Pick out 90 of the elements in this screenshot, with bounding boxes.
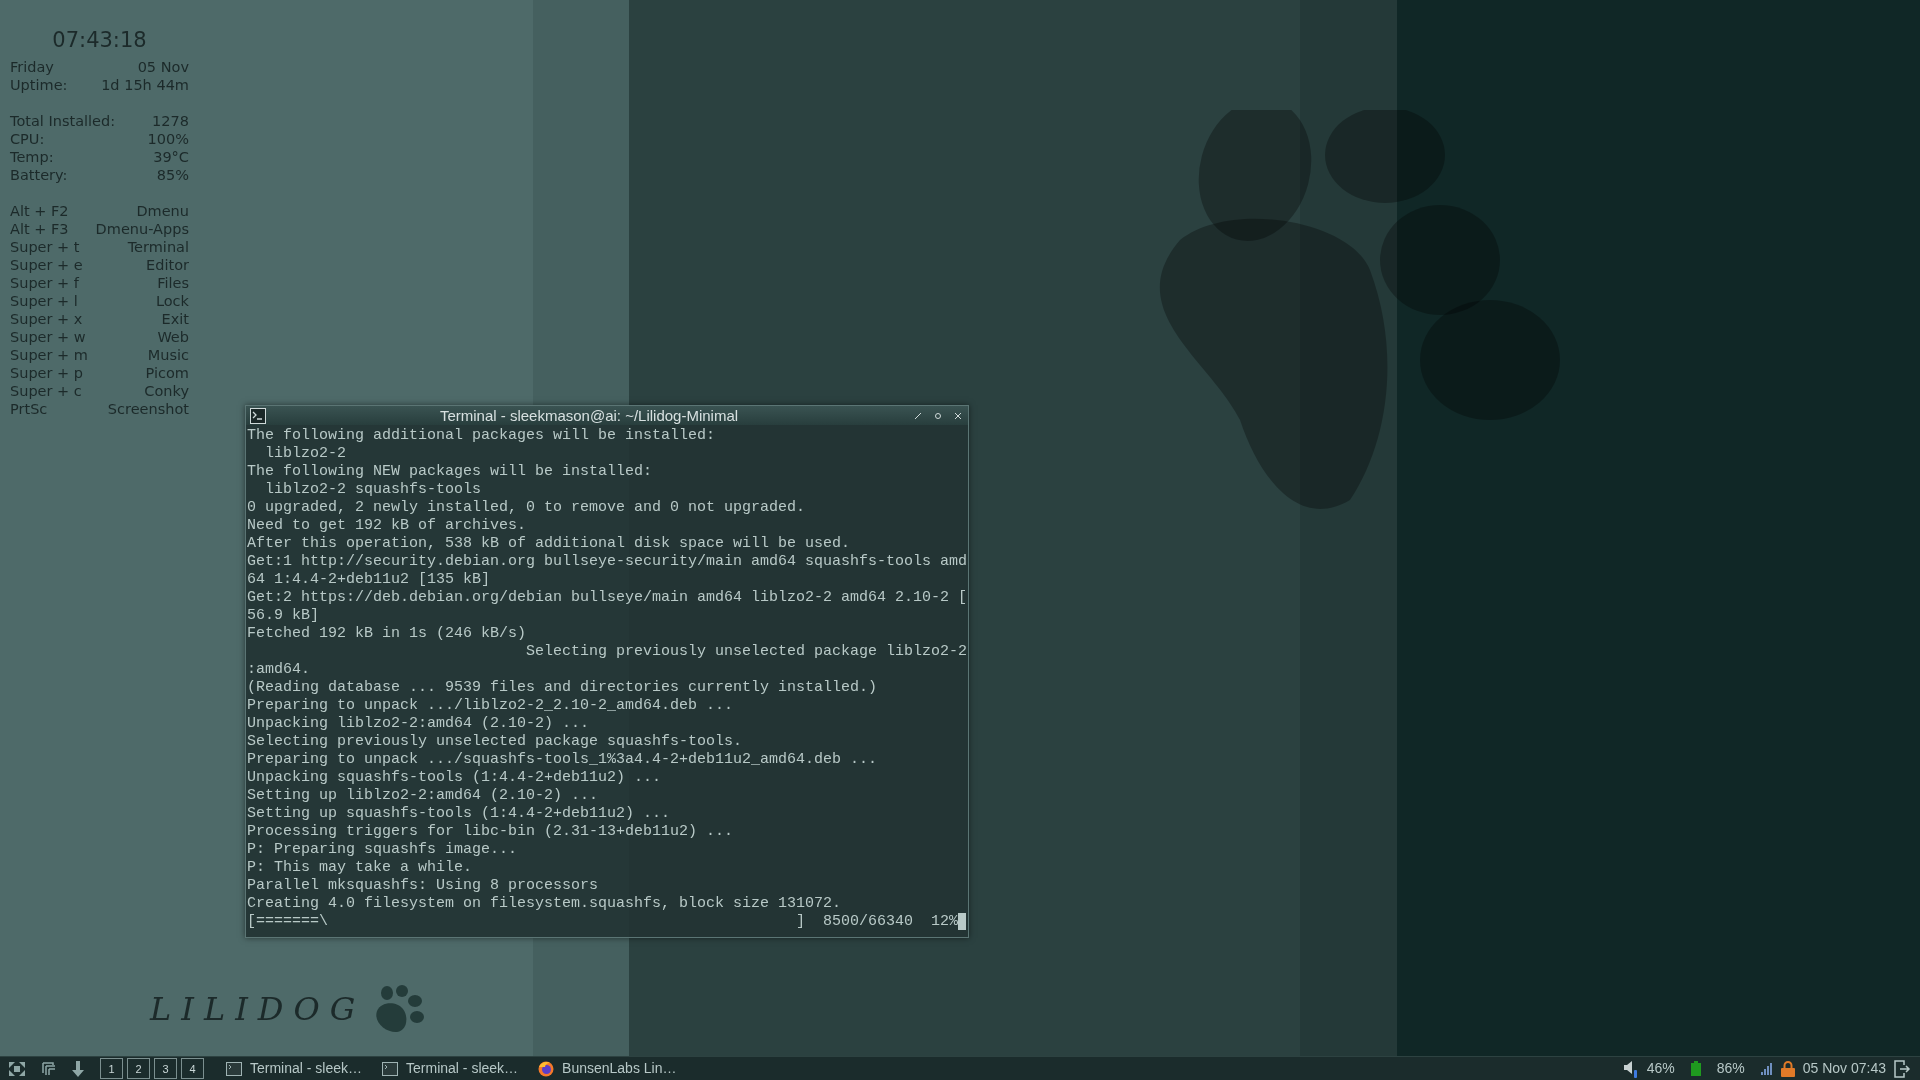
info-value: Dmenu-Apps — [95, 220, 189, 238]
info-value: Screenshot — [107, 400, 189, 418]
info-label: Battery: — [10, 166, 68, 184]
workspace-button[interactable]: 1 — [100, 1058, 123, 1079]
terminal-line: 56.9 kB] — [247, 607, 319, 625]
info-label: Super + f — [10, 274, 79, 292]
terminal-line: liblzo2-2 — [264, 445, 347, 463]
task-button[interactable]: Terminal - sleek… — [220, 1058, 369, 1079]
info-value: 100% — [147, 130, 189, 148]
terminal-line: The following NEW packages will be installed: — [247, 463, 653, 481]
terminal-line: P: This may take a while. — [247, 859, 473, 877]
info-value: Terminal — [127, 238, 189, 256]
task-button[interactable]: BunsenLabs Lin… — [532, 1058, 683, 1079]
terminal-line: Unpacking squashfs-tools (1:4.4-2+deb11u2) ... — [247, 769, 662, 787]
info-label: PrtSc — [10, 400, 48, 418]
info-label: CPU: — [10, 130, 45, 148]
terminal-line: [=======\ ] 8500/66340 12% — [247, 913, 959, 931]
info-label: Super + e — [10, 256, 83, 274]
info-value: 1d 15h 44m — [101, 76, 189, 94]
terminal-icon — [226, 1061, 242, 1076]
volume-text: 46% — [1646, 1059, 1675, 1078]
info-label: Total Installed: — [10, 112, 116, 130]
terminal-line: :amd64. — [247, 661, 310, 679]
info-value: Lock — [155, 292, 189, 310]
browser-icon — [538, 1060, 555, 1077]
logo-text: LILIDOG — [150, 989, 366, 1030]
info-label: Alt + F2 — [10, 202, 69, 220]
workspace-button[interactable]: 4 — [181, 1058, 204, 1079]
lock-icon[interactable] — [1780, 1060, 1795, 1077]
window-title: Terminal - sleekmason@ai: ~/Lilidog-Minimal — [439, 407, 739, 424]
terminal-line: The following additional packages will be installed: — [247, 427, 716, 445]
terminal-line: Preparing to unpack .../squashfs-tools_1%3a4.4-2+deb11u2_amd64.deb ... — [247, 751, 878, 769]
info-label: Alt + F3 — [10, 220, 69, 238]
battery-icon[interactable] — [1690, 1061, 1701, 1076]
info-label: Uptime: — [10, 76, 68, 94]
info-label: Super + c — [10, 382, 82, 400]
info-value: Exit — [161, 310, 189, 328]
info-value: 85% — [156, 166, 189, 184]
terminal-line: P: Preparing squashfs image... — [247, 841, 518, 859]
terminal-line: Preparing to unpack .../liblzo2-2_2.10-2_amd64.deb ... — [247, 697, 734, 715]
terminal-line: After this operation, 538 kB of additional disk space will be used. — [247, 535, 851, 553]
paw-icon — [373, 985, 426, 1033]
terminal-line: liblzo2-2 squashfs-tools — [264, 481, 482, 499]
volume-icon[interactable] — [1622, 1059, 1639, 1078]
info-value: Conky — [144, 382, 189, 400]
cursor-block — [958, 913, 967, 930]
terminal-line: Setting up squashfs-tools (1:4.4-2+deb11u2) ... — [247, 805, 671, 823]
info-value: Files — [157, 274, 189, 292]
info-value: Music — [147, 346, 189, 364]
terminal-line: Processing triggers for libc-bin (2.31-13+deb11u2) ... — [247, 823, 734, 841]
info-value: 05 Nov — [137, 58, 189, 76]
info-label: Friday — [10, 58, 54, 76]
task-button[interactable]: Terminal - sleek… — [376, 1058, 525, 1079]
info-label: Super + m — [10, 346, 88, 364]
terminal-line: 0 upgraded, 2 newly installed, 0 to remove and 0 not upgraded. — [247, 499, 806, 517]
terminal-line: Get:1 http://security.debian.org bullseye-security/main amd64 squashfs-tools amd — [247, 553, 968, 571]
terminal-line: Selecting previously unselected package squashfs-tools. — [247, 733, 743, 751]
terminal-line: 64 1:4.4-2+deb11u2 [135 kB] — [247, 571, 491, 589]
clock-text[interactable]: 05 Nov 07:43 — [1802, 1058, 1886, 1079]
info-label: Super + w — [10, 328, 86, 346]
workspace-button[interactable]: 3 — [154, 1058, 177, 1079]
info-value: Picom — [145, 364, 189, 382]
down-arrow-icon[interactable] — [72, 1060, 84, 1077]
info-label: Temp: — [10, 148, 54, 166]
expand-icon[interactable] — [8, 1060, 26, 1077]
terminal-line: Setting up liblzo2-2:amd64 (2.10-2) ... — [247, 787, 599, 805]
info-label: Super + l — [10, 292, 78, 310]
info-label: Super + t — [10, 238, 80, 256]
clock-text: 07:43:18 — [51, 27, 148, 54]
terminal-line: Selecting previously unselected package liblzo2-2 — [525, 643, 968, 661]
terminal-line: Parallel mksquashfs: Using 8 processors — [247, 877, 599, 895]
terminal-icon — [382, 1061, 399, 1076]
info-label: Super + p — [10, 364, 84, 382]
terminal-line: Need to get 192 kB of archives. — [247, 517, 527, 535]
workspace-button[interactable]: 2 — [127, 1058, 150, 1079]
logout-icon[interactable] — [1894, 1059, 1912, 1078]
info-value: 1278 — [152, 112, 189, 130]
terminal-line: Fetched 192 kB in 1s (246 kB/s) — [247, 625, 527, 643]
terminal-line: Unpacking liblzo2-2:amd64 (2.10-2) ... — [247, 715, 590, 733]
info-value: Editor — [146, 256, 189, 274]
info-value: Web — [157, 328, 189, 346]
windows-icon[interactable] — [42, 1061, 56, 1076]
terminal-line: Creating 4.0 filesystem on filesystem.squashfs, block size 131072. — [247, 895, 842, 913]
info-value: Dmenu — [136, 202, 189, 220]
signal-icon[interactable] — [1760, 1062, 1773, 1075]
info-value: 39°C — [153, 148, 189, 166]
info-label: Super + x — [10, 310, 83, 328]
terminal-line: Get:2 https://deb.debian.org/debian bullseye/main amd64 liblzo2-2 amd64 2.10-2 [ — [247, 589, 968, 607]
terminal-line: (Reading database ... 9539 files and directories currently installed.) — [247, 679, 878, 697]
battery-text: 86% — [1716, 1059, 1745, 1078]
